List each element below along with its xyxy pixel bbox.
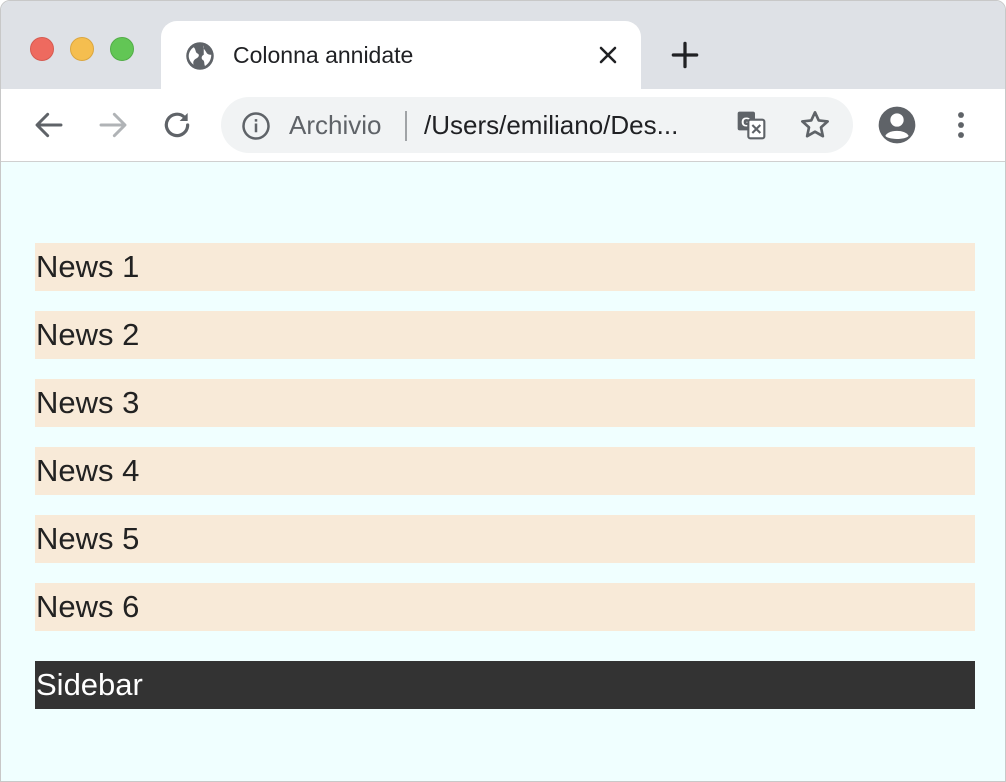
tab-title: Colonna annidate bbox=[233, 42, 414, 68]
reload-icon[interactable] bbox=[161, 109, 193, 141]
news-item: News 2 bbox=[35, 311, 975, 359]
news-item: News 1 bbox=[35, 243, 975, 291]
origin-label: Archivio bbox=[289, 110, 382, 140]
new-tab-icon[interactable] bbox=[671, 41, 699, 69]
close-window-button[interactable] bbox=[30, 37, 54, 61]
sidebar-block: Sidebar bbox=[35, 661, 975, 709]
forward-arrow-icon[interactable] bbox=[97, 109, 129, 141]
more-menu-icon[interactable] bbox=[945, 109, 977, 141]
info-icon[interactable] bbox=[241, 111, 271, 141]
back-arrow-icon[interactable] bbox=[33, 109, 65, 141]
zoom-window-button[interactable] bbox=[110, 37, 134, 61]
close-icon[interactable] bbox=[596, 43, 620, 67]
news-item: News 4 bbox=[35, 447, 975, 495]
news-item: News 3 bbox=[35, 379, 975, 427]
tab-strip: Colonna annidate bbox=[1, 1, 1005, 89]
page-content: News 1 News 2 News 3 News 4 News 5 News … bbox=[1, 163, 1005, 781]
translate-icon[interactable]: G bbox=[735, 109, 767, 141]
address-bar[interactable]: Archivio /Users/emiliano/Des... G bbox=[221, 97, 853, 153]
news-item: News 6 bbox=[35, 583, 975, 631]
profile-avatar-icon[interactable] bbox=[877, 105, 917, 145]
minimize-window-button[interactable] bbox=[70, 37, 94, 61]
toolbar: Archivio /Users/emiliano/Des... G bbox=[1, 89, 1005, 162]
omnibox-divider bbox=[405, 111, 407, 141]
news-item: News 5 bbox=[35, 515, 975, 563]
active-tab[interactable]: Colonna annidate bbox=[161, 21, 641, 89]
browser-window: Colonna annidate Archivio /Users/emilian… bbox=[0, 0, 1006, 782]
globe-icon bbox=[186, 42, 214, 70]
bookmark-star-icon[interactable] bbox=[799, 109, 831, 141]
url-text[interactable]: /Users/emiliano/Des... bbox=[424, 110, 678, 140]
